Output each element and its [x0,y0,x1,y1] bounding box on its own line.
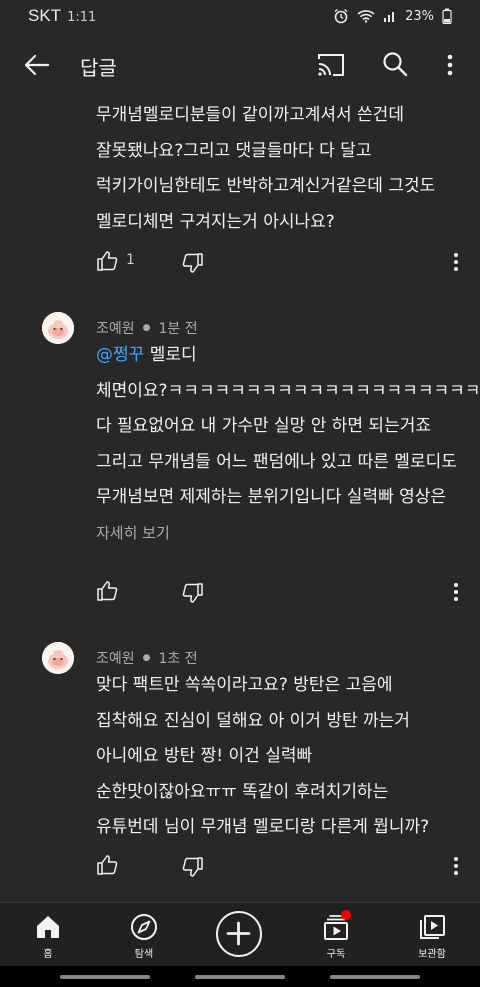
replies-list[interactable]: 무개념멜로디분들이 같이까고계셔서 쓴건데 잘못됐나요?그리고 댓글들마다 다 … [0,96,480,902]
nav-home[interactable]: 홈 [0,903,96,967]
comment-text: 맞다 팩트만 쏙쏙이라고요? 방탄은 고음에 집착해요 진심이 덜해요 아 이거… [96,668,466,846]
comment-meta: 조예원 ● 1분 전 [96,318,198,338]
comment-line: 잘못됐나요?그리고 댓글들마다 다 달고 [96,140,372,161]
comment-line: @쩡꾸 멜로디 [96,338,466,374]
signal-icon [384,12,395,22]
comment-line: 무개념보면 제제하는 분위기입니다 실력빠 영상은 [96,487,447,507]
comment-actions [96,854,466,878]
nav-library[interactable]: 보관함 [384,903,480,967]
comment-line: 맞다 팩트만 쏙쏙이라고요? 방탄은 고음에 [96,675,393,695]
thumbs-up-icon[interactable] [96,580,118,602]
comment-line: 럭키가이님한테도 반박하고계신거같은데 그것도 [96,176,436,196]
separator-dot: ● [142,323,151,333]
battery-icon [442,8,452,24]
nav-subscriptions-label: 구독 [326,949,346,960]
comment-line-text: 멜로디 [149,345,197,365]
separator-dot: ● [142,653,151,663]
nav-explore[interactable]: 탐색 [96,903,192,967]
comment-text: @쩡꾸 멜로디 체면이요?ㅋㅋㅋㅋㅋㅋㅋㅋㅋㅋㅋㅋㅋㅋㅋㅋㅋㅋㅋㅋㅋ 다 필요없… [96,338,480,516]
comment-line: 유튜번데 님이 무개념 멜로디랑 다른게 뭡니까? [96,817,430,837]
alarm-icon [334,8,348,24]
comment-line: 멜로디체면 구겨지는거 아시나요? [96,211,335,232]
avatar-face-icon [42,642,74,674]
notification-dot [341,910,351,920]
explore-icon [131,914,157,940]
avatar[interactable] [42,312,74,344]
thumbs-up-icon[interactable] [96,250,118,272]
carrier-label: SKT [28,6,62,25]
show-more-link[interactable]: 자세히 보기 [96,522,170,543]
thumbs-up-icon[interactable] [96,854,118,876]
like-count: 1 [126,252,135,268]
nav-subscriptions[interactable]: 구독 [288,903,384,967]
comment-actions: 1 [96,250,466,274]
comment-time: 1초 전 [158,651,198,667]
author-name[interactable]: 조예원 [96,648,135,668]
comment-line: 무개념멜로디분들이 같이까고계셔서 쓴건데 [96,105,404,125]
comment-line: 순한맛이잖아요ㅠㅠ 똑같이 후려치기하는 [96,781,389,802]
nav-library-label: 보관함 [418,949,446,960]
clock: 1:11 [67,10,97,25]
avatar-face-icon [42,312,74,344]
comment-line: 아니에요 방탄 짱! 이건 실력빠 [96,746,313,766]
status-bar: SKT 1:11 23% [0,0,480,32]
mention-link[interactable]: @쩡꾸 [96,345,144,365]
create-button[interactable] [216,911,262,957]
comment-line: 집착해요 진심이 덜해요 아 이거 방탄 까는거 [96,710,410,731]
comment-more-icon[interactable] [448,250,464,274]
comment-meta: 조예원 ● 1초 전 [96,648,198,668]
library-icon [420,915,445,939]
back-arrow-icon[interactable] [22,50,52,80]
gesture-pill[interactable] [60,975,150,979]
home-icon [37,916,59,938]
wifi-icon [357,10,375,23]
battery-percent: 23% [405,8,434,24]
nav-explore-label: 탐색 [134,949,154,960]
comment-more-icon[interactable] [448,854,464,878]
app-bar: 답글 [0,32,480,96]
thumbs-down-icon[interactable] [182,582,204,604]
thumbs-down-icon[interactable] [182,856,204,878]
avatar[interactable] [42,642,74,674]
comment-line: 다 필요없어요 내 가수만 실망 안 하면 되는거죠 [96,416,431,436]
gesture-pill[interactable] [330,975,420,979]
comment-text: 무개념멜로디분들이 같이까고계셔서 쓴건데 잘못됐나요?그리고 댓글들마다 다 … [96,98,466,240]
thumbs-down-icon[interactable] [182,252,204,274]
create-icon [226,921,251,946]
nav-home-label: 홈 [43,949,53,960]
system-navigation-bar [0,966,480,987]
page-title: 답글 [80,56,117,80]
gesture-pill[interactable] [195,975,285,979]
comment-line: 체면이요?ㅋㅋㅋㅋㅋㅋㅋㅋㅋㅋㅋㅋㅋㅋㅋㅋㅋㅋㅋㅋㅋ [96,380,480,401]
author-name[interactable]: 조예원 [96,318,135,338]
bottom-nav: 홈 탐색 구독 보관함 [0,902,480,966]
comment-line: 그리고 무개념들 어느 팬덤에나 있고 따른 멜로디도 [96,451,457,472]
search-icon[interactable] [381,50,409,78]
comment-time: 1분 전 [158,321,198,337]
comment-more-icon[interactable] [448,580,464,604]
comment-actions [96,580,466,604]
more-vert-icon[interactable] [440,50,460,80]
cast-icon[interactable] [316,52,346,78]
